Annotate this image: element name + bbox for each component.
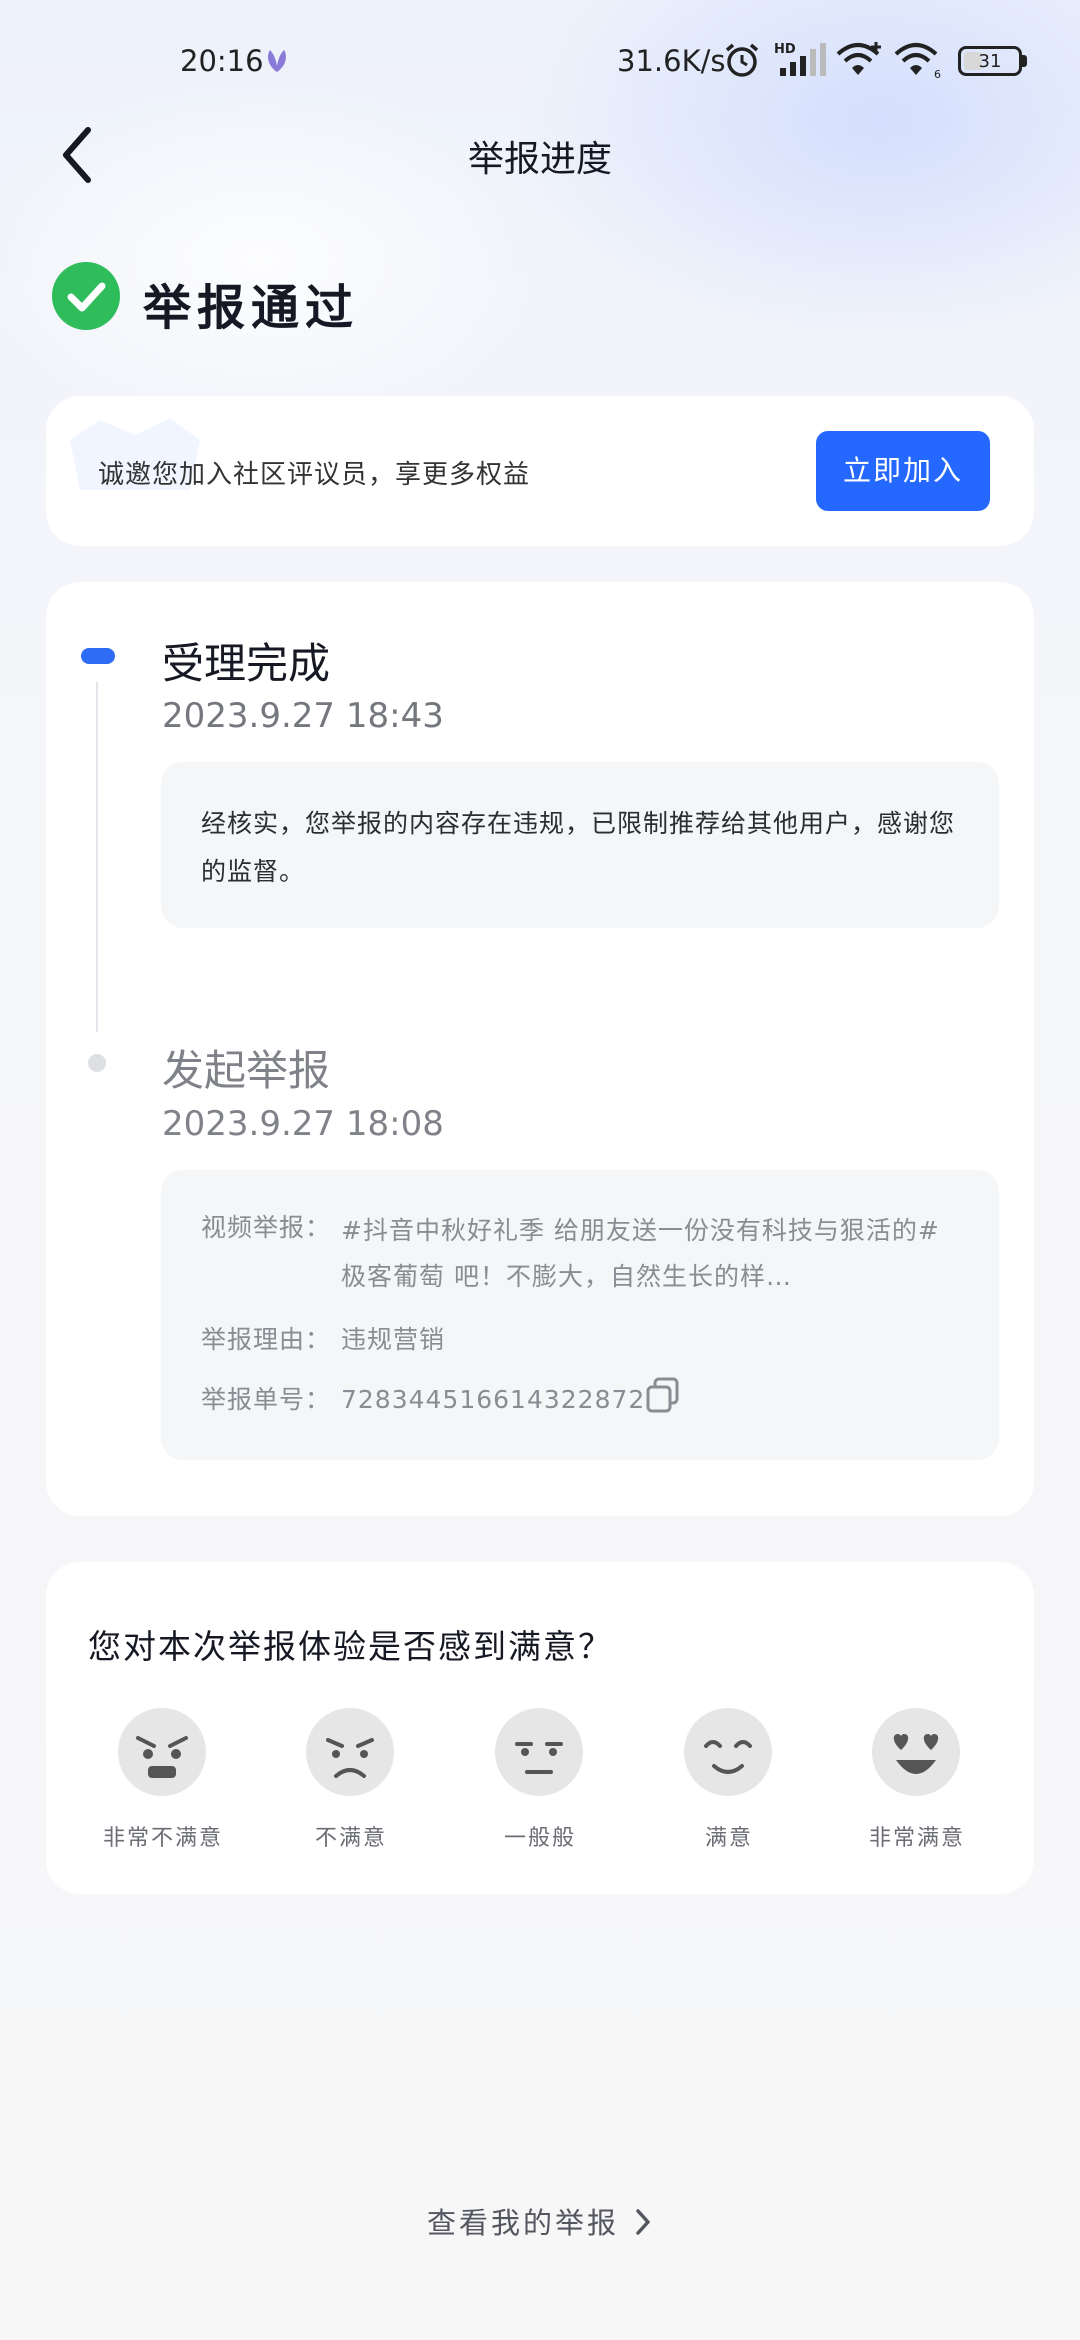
- wifi-6-icon: 6: [894, 43, 941, 80]
- alarm-icon: [725, 43, 759, 77]
- survey-question: 您对本次举报体验是否感到满意？: [88, 1627, 613, 1666]
- timeline-line: [96, 682, 98, 1032]
- svg-text:HD: HD: [774, 42, 796, 57]
- step-title-submitted: 发起举报: [162, 1046, 331, 1095]
- video-report-label: 视频举报：: [201, 1213, 332, 1242]
- video-report-text[interactable]: #抖音中秋好礼季 给朋友送一份没有科技与狠活的#极客葡萄 吧！不膨大，自然生长的…: [341, 1208, 961, 1300]
- report-id-value: 7283445166143228726: [341, 1385, 663, 1414]
- invite-text: 诚邀您加入社区评议员，享更多权益: [98, 460, 531, 490]
- step-title-accepted: 受理完成: [162, 639, 331, 688]
- result-detail-text: 经核实，您举报的内容存在违规，已限制推荐给其他用户，感谢您的监督。: [201, 809, 956, 886]
- invite-card: 诚邀您加入社区评议员，享更多权益 立即加入: [46, 396, 1034, 546]
- chevron-right-icon: [636, 2209, 650, 2235]
- rating-label: 满意: [704, 1826, 753, 1851]
- status-bar: 20:16 31.6K/s HD 6 31: [0, 0, 1080, 120]
- check-circle-icon: [52, 262, 120, 330]
- leaf-icon: [268, 50, 286, 72]
- result-title: 举报通过: [143, 280, 360, 336]
- rating-neutral[interactable]: 一般般: [445, 1706, 635, 1866]
- neutral-face-icon: [495, 1708, 583, 1796]
- copy-icon[interactable]: [643, 1375, 683, 1415]
- rating-label: 非常满意: [868, 1826, 965, 1851]
- rating-very-dissatisfied[interactable]: 非常不满意: [68, 1706, 258, 1866]
- battery-icon: 31: [958, 46, 1022, 76]
- battery-level: 31: [978, 51, 1002, 72]
- rating-options: 非常不满意 不满意 一般般 满意 非常满意: [46, 1706, 1034, 1866]
- rating-label: 一般般: [503, 1826, 576, 1851]
- report-timeline: 受理完成 2023.9.27 18:43 经核实，您举报的内容存在违规，已限制推…: [46, 582, 1034, 1516]
- status-time: 20:16: [180, 44, 264, 78]
- timeline-dot: [88, 1054, 106, 1072]
- step-time-submitted: 2023.9.27 18:08: [162, 1104, 444, 1144]
- heart-eyes-face-icon: [872, 1708, 960, 1796]
- rating-label: 不满意: [314, 1826, 387, 1851]
- rating-label: 非常不满意: [102, 1826, 223, 1851]
- report-reason-value: 违规营销: [341, 1325, 446, 1354]
- report-id-row: 举报单号： 7283445166143228726: [201, 1380, 662, 1416]
- view-my-reports-link[interactable]: 查看我的举报: [0, 2200, 1080, 2242]
- rating-satisfied[interactable]: 满意: [634, 1706, 824, 1866]
- angry-face-icon: [118, 1708, 206, 1796]
- report-info-box: 视频举报： #抖音中秋好礼季 给朋友送一份没有科技与狠活的#极客葡萄 吧！不膨大…: [161, 1170, 999, 1460]
- svg-text:6: 6: [934, 68, 941, 80]
- smile-face-icon: [684, 1708, 772, 1796]
- report-reason-label: 举报理由：: [201, 1325, 332, 1354]
- rating-dissatisfied[interactable]: 不满意: [256, 1706, 446, 1866]
- page-title: 举报进度: [467, 139, 612, 180]
- satisfaction-survey: 您对本次举报体验是否感到满意？ 非常不满意 不满意 一般般 满意 非常满意: [46, 1562, 1034, 1894]
- timeline-dot-active: [81, 648, 115, 664]
- battery-cap: [1022, 55, 1027, 67]
- result-detail-box: 经核实，您举报的内容存在违规，已限制推荐给其他用户，感谢您的监督。: [161, 762, 999, 928]
- frown-face-icon: [306, 1708, 394, 1796]
- report-id-label: 举报单号：: [201, 1385, 332, 1414]
- rating-very-satisfied[interactable]: 非常满意: [822, 1706, 1012, 1866]
- network-speed: 31.6K/s: [617, 44, 726, 78]
- join-now-button[interactable]: 立即加入: [816, 431, 990, 511]
- view-my-reports-label: 查看我的举报: [426, 2206, 619, 2240]
- report-reason-row: 举报理由： 违规营销: [201, 1320, 445, 1356]
- hd-signal-icon: HD: [774, 42, 826, 76]
- step-time-accepted: 2023.9.27 18:43: [162, 696, 444, 736]
- wifi-plus-icon: [836, 42, 881, 75]
